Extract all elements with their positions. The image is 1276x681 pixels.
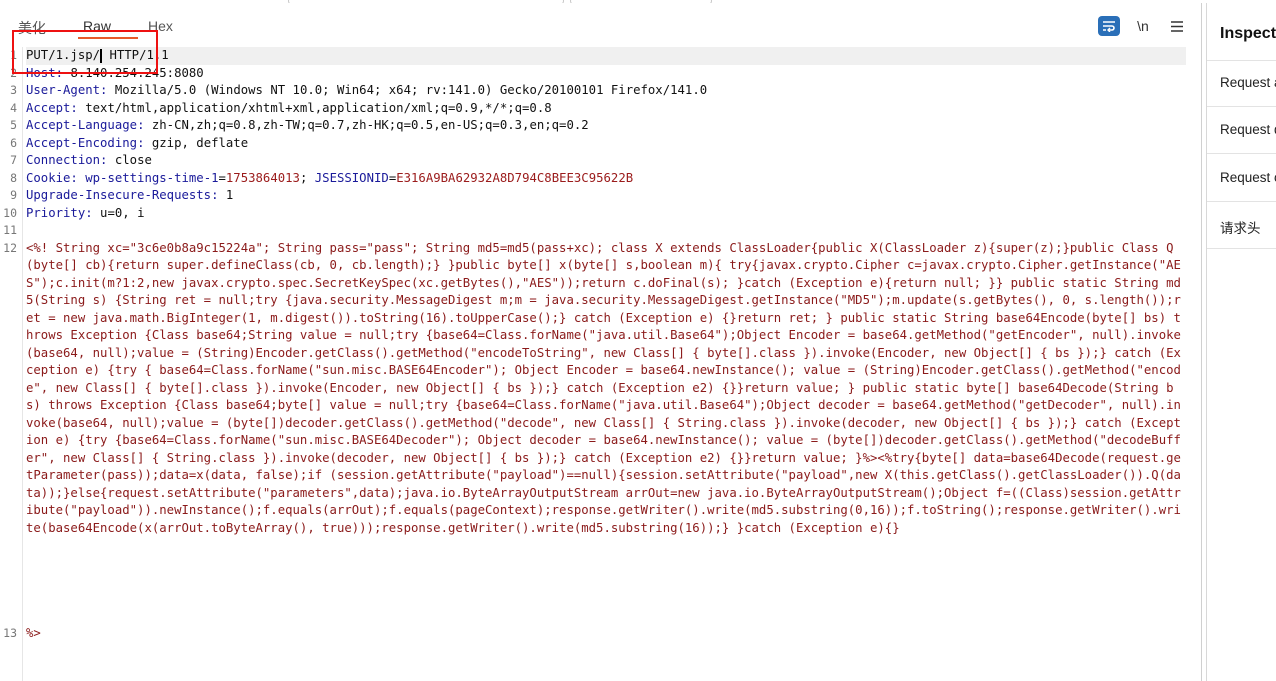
header-line: Accept: text/html,application/xhtml+xml,… [26, 100, 1186, 118]
inspector-request-headers[interactable]: 请求头 [1220, 217, 1261, 237]
line-number: 13 [3, 625, 17, 640]
header-value: 8.140.254.245:8080 [70, 65, 204, 80]
header-colon: : [137, 118, 152, 132]
header-line: User-Agent: Mozilla/5.0 (Windows NT 10.0… [26, 82, 1186, 100]
header-value: 1 [225, 188, 234, 202]
cookie-equals: = [218, 170, 226, 185]
cookie-name: JSESSIONID [314, 170, 389, 185]
header-value: zh-CN,zh;q=0.8,zh-TW;q=0.7,zh-HK;q=0.5,e… [151, 118, 589, 132]
cookie-value: 1753864013 [225, 170, 300, 185]
request-body-end: %> [26, 625, 41, 640]
wrap-lines-icon[interactable] [1098, 16, 1120, 36]
tab-raw[interactable]: Raw [83, 18, 111, 34]
header-value: u=0, i [100, 205, 145, 220]
header-key: Host [26, 65, 56, 80]
line-number: 1 [10, 48, 17, 62]
line-number: 4 [10, 100, 17, 115]
request-editor: 美化 Raw Hex \n 1 2 3 4 5 6 7 8 9 10 11 12… [0, 3, 1202, 681]
header-key: Cookie [26, 170, 71, 185]
header-line: Connection: close [26, 152, 1186, 170]
active-tab-underline [78, 37, 138, 39]
show-newlines-button[interactable]: \n [1132, 16, 1154, 36]
cookie-separator: ; [299, 170, 315, 185]
line-number: 3 [10, 83, 17, 97]
line-number: 9 [10, 188, 17, 202]
line-number: 8 [10, 170, 17, 185]
tab-pretty[interactable]: 美化 [18, 18, 46, 38]
tab-hex[interactable]: Hex [148, 18, 173, 34]
line-number: 12 [3, 240, 17, 255]
inspector-query-parameters[interactable]: Request query parameters [1220, 122, 1276, 137]
cookie-name: wp-settings-time-1 [85, 170, 219, 185]
header-value: gzip, deflate [151, 135, 249, 150]
divider [1207, 60, 1276, 61]
request-line-method-path: PUT/1.jsp/ [26, 48, 101, 62]
header-colon: : [100, 153, 115, 167]
divider [1207, 201, 1276, 202]
header-value: Mozilla/5.0 (Windows NT 10.0; Win64; x64… [114, 83, 708, 97]
raw-request-content[interactable]: 1 2 3 4 5 6 7 8 9 10 11 12 13 PUT/1.jsp/… [0, 47, 1201, 681]
header-key: Priority [26, 205, 86, 220]
header-colon: : [137, 135, 152, 150]
header-key: Accept-Language [26, 118, 138, 132]
text-cursor [100, 48, 103, 63]
divider [1207, 248, 1276, 249]
request-line-protocol: HTTP/1.1 [109, 48, 169, 62]
header-line: Accept-Language: zh-CN,zh;q=0.8,zh-TW;q=… [26, 117, 1186, 135]
line-number: 7 [10, 153, 17, 167]
view-tabs: 美化 Raw Hex \n [0, 3, 1201, 41]
header-key: User-Agent [26, 83, 101, 97]
header-line: Accept-Encoding: gzip, deflate [26, 135, 1186, 153]
header-colon: : [70, 170, 86, 185]
header-colon: : [211, 188, 226, 202]
divider [1207, 106, 1276, 107]
line-number: 11 [3, 223, 17, 237]
line-number: 6 [10, 135, 17, 150]
hamburger-menu-icon[interactable] [1166, 16, 1188, 36]
line-number: 2 [10, 65, 17, 80]
header-line: Priority: u=0, i [26, 205, 1186, 223]
line-number: 10 [3, 205, 17, 220]
header-colon: : [100, 83, 115, 97]
header-colon: : [85, 205, 101, 220]
header-key: Accept-Encoding [26, 135, 138, 150]
line-number-gutter: 1 2 3 4 5 6 7 8 9 10 11 12 13 [0, 47, 23, 681]
header-value: text/html,application/xhtml+xml,applicat… [85, 100, 552, 115]
inspector-panel: Inspector Request attributes Request que… [1206, 3, 1276, 681]
inspector-title: Inspector [1220, 25, 1276, 42]
cookie-line: Cookie: wp-settings-time-1=1753864013; J… [26, 170, 1186, 188]
header-line: Host: 8.140.254.245:8080 [26, 65, 1186, 83]
header-value: close [114, 153, 152, 167]
inspector-request-cookies[interactable]: Request cookies [1220, 170, 1276, 185]
header-colon: : [55, 65, 71, 80]
request-body: <%! String xc="3c6e0b8a9c15224a"; String… [26, 240, 1181, 535]
line-number: 5 [10, 118, 17, 132]
header-line: Upgrade-Insecure-Requests: 1 [26, 187, 1186, 205]
header-key: Accept [26, 100, 71, 115]
request-line: PUT/1.jsp/ HTTP/1.1 [26, 47, 1186, 65]
divider [1207, 153, 1276, 154]
header-key: Connection [26, 153, 101, 167]
header-key: Upgrade-Insecure-Requests [26, 188, 212, 202]
cookie-value: E316A9BA62932A8D794C8BEE3C95622B [396, 170, 634, 185]
inspector-request-attributes[interactable]: Request attributes [1220, 75, 1276, 90]
header-colon: : [70, 100, 86, 115]
